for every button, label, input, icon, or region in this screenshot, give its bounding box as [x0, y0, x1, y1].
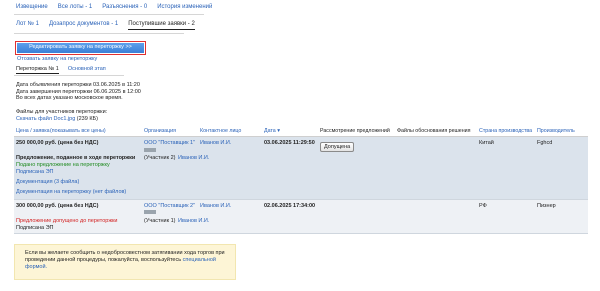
col-contact[interactable]: Контактное лицо: [200, 128, 241, 134]
bid-sub-status: Подано предложение на переторжку: [16, 162, 110, 168]
tab-history[interactable]: История изменений: [157, 4, 212, 14]
bid-status: Предложение, поданное в ходе переторжки: [16, 155, 136, 161]
col-country[interactable]: Страна производства: [479, 128, 532, 134]
files-label: Файлы для участников переторжки:: [16, 109, 108, 115]
bids-table: Цена / заявка (показывать все цены) Орга…: [14, 126, 588, 234]
complaint-notice: Если вы желаете сообщить о недобросовест…: [14, 244, 236, 280]
rebid-documentation-link[interactable]: Документация на переторжку (нет файлов): [16, 189, 126, 195]
bid-status: Предложение допущено до переторжки: [16, 218, 118, 224]
announce-date: Дата объявления переторжки 03.06.2025 в …: [16, 82, 140, 88]
divider: [14, 75, 124, 76]
participant-label: (Участник 2): [144, 155, 176, 161]
sub-nav: Лот № 1 Дозапрос документов - 1 Поступив…: [16, 21, 195, 30]
participant-contact-link[interactable]: Иванов И.И.: [178, 155, 209, 161]
bid-maker: Пизнер: [537, 203, 556, 209]
rebid-info: Дата объявления переторжки 03.06.2025 в …: [16, 82, 141, 102]
bid-date: 02.06.2025 17:34:00: [264, 203, 316, 209]
col-maker[interactable]: Производитель: [537, 128, 575, 134]
bid-org-link[interactable]: ООО "Поставщик 1": [144, 140, 195, 146]
col-date[interactable]: Дата ▾: [264, 128, 280, 134]
table-row: 250 000,00 руб. (цена без НДС) ООО "Пост…: [14, 137, 588, 200]
tab-notice[interactable]: Извещение: [16, 4, 48, 14]
org-tag: [144, 210, 156, 214]
file-size: (239 КБ): [76, 115, 98, 122]
bid-country: Китай: [479, 140, 494, 146]
top-nav: Извещение Все лоты - 1 Разъяснения - 0 И…: [16, 4, 212, 14]
col-price[interactable]: Цена / заявка: [16, 128, 50, 134]
tab-clarifications[interactable]: Разъяснения - 0: [102, 4, 147, 14]
bid-date: 03.06.2025 11:29:50: [264, 140, 315, 146]
show-all-prices-link[interactable]: (показывать все цены): [50, 128, 106, 134]
documentation-link[interactable]: Документация (3 файла): [16, 179, 79, 185]
tab-lot-1[interactable]: Лот № 1: [16, 21, 39, 30]
tab-main-stage[interactable]: Основной этап: [68, 66, 106, 74]
timezone-note: Во всех датах указано московское время.: [16, 95, 123, 102]
participant-label: (Участник 1): [144, 218, 176, 224]
divider: [14, 14, 204, 15]
signed-link[interactable]: Подписана ЭП: [16, 169, 54, 175]
finish-date: Дата завершения переторжки 06.06.2025 в …: [16, 88, 141, 95]
bid-contact-link[interactable]: Иванов И.И.: [200, 203, 231, 209]
bid-maker: Fghcd: [537, 140, 553, 146]
admit-button[interactable]: Допущена: [320, 142, 355, 152]
table-header: Цена / заявка (показывать все цены) Орга…: [14, 126, 588, 137]
col-consider: Рассмотрение предложений: [320, 128, 390, 134]
stage-tabs: Переторжка № 1 Основной этап: [16, 66, 106, 74]
bid-org-link[interactable]: ООО "Поставщик 2": [144, 203, 195, 209]
revoke-rebid-link[interactable]: Отозвать заявку на переторжку: [17, 56, 97, 62]
bid-price: 300 000,00 руб. (цена без НДС): [16, 203, 99, 209]
edit-rebid-button-label: Редактировать заявку на переторжку >>: [17, 43, 144, 53]
divider: [14, 33, 184, 34]
tab-rebid-1[interactable]: Переторжка № 1: [16, 66, 59, 74]
col-org[interactable]: Организация: [144, 128, 176, 134]
bid-country: РФ: [479, 203, 487, 209]
tab-all-lots[interactable]: Все лоты - 1: [58, 4, 93, 14]
col-files: Файлы обоснования решения: [397, 128, 471, 134]
files-block: Файлы для участников переторжки: Скачать…: [16, 109, 107, 122]
signed-label: Подписана ЭП: [16, 225, 54, 231]
tab-doc-request[interactable]: Дозапрос документов - 1: [49, 21, 118, 30]
table-row: 300 000,00 руб. (цена без НДС) ООО "Пост…: [14, 200, 588, 234]
download-file-link[interactable]: Скачать файл Doc1.jpg: [16, 116, 75, 122]
edit-rebid-button[interactable]: Редактировать заявку на переторжку >>: [15, 41, 146, 55]
tab-received-bids[interactable]: Поступившие заявки - 2: [128, 21, 195, 30]
participant-contact-link[interactable]: Иванов И.И.: [178, 218, 209, 224]
bid-price: 250 000,00 руб. (цена без НДС): [16, 140, 99, 146]
bid-contact-link[interactable]: Иванов И.И.: [200, 140, 231, 146]
org-tag: [144, 148, 156, 152]
